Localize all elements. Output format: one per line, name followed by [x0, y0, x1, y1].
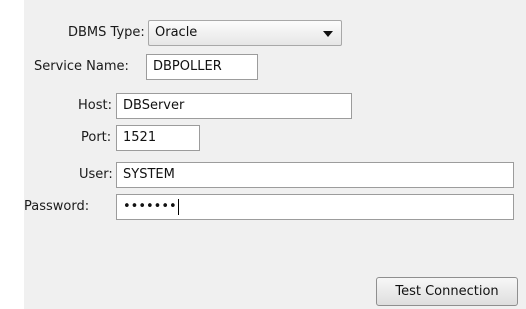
service-name-value: DBPOLLER [153, 59, 222, 74]
host-label: Host: [78, 98, 112, 113]
dbms-type-value: Oracle [155, 25, 198, 40]
user-value: SYSTEM [123, 167, 175, 182]
dbms-type-dropdown[interactable]: Oracle [148, 20, 342, 46]
port-value: 1521 [123, 130, 157, 145]
service-name-label: Service Name: [34, 59, 129, 74]
port-label: Port: [81, 130, 112, 145]
password-label: Password: [24, 199, 90, 214]
password-mask: ••••••• [123, 199, 177, 214]
text-caret [177, 198, 179, 215]
user-label: User: [79, 167, 113, 182]
dbms-type-label: DBMS Type: [68, 25, 145, 40]
user-field[interactable]: SYSTEM [116, 162, 514, 188]
connection-form-panel: DBMS Type: Oracle Service Name: DBPOLLER… [24, 0, 526, 309]
password-field[interactable]: ••••••• [116, 194, 514, 220]
test-connection-button[interactable]: Test Connection [376, 277, 518, 306]
service-name-field[interactable]: DBPOLLER [146, 54, 258, 80]
chevron-down-icon [323, 31, 333, 37]
host-field[interactable]: DBServer [116, 93, 352, 119]
host-value: DBServer [123, 98, 185, 113]
port-field[interactable]: 1521 [116, 125, 200, 151]
